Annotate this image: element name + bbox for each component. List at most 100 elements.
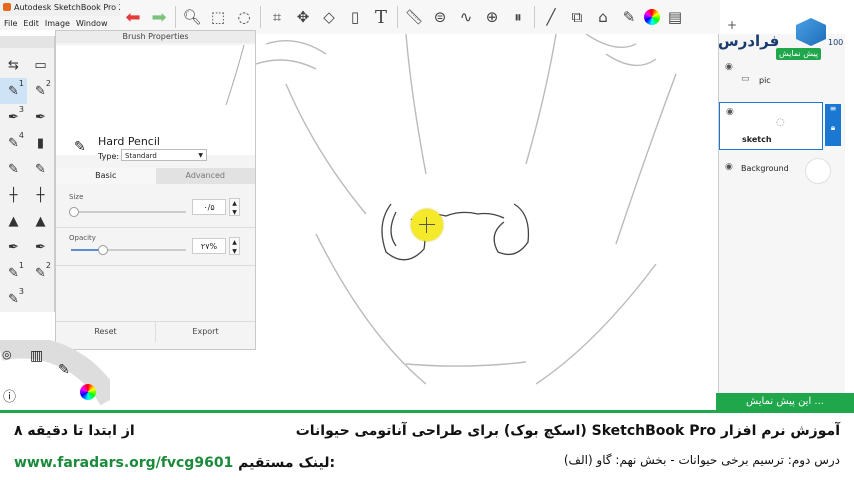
stamp-icon[interactable]: ⌂ bbox=[590, 4, 616, 30]
sketch-stroke bbox=[535, 263, 657, 385]
ellipse-icon[interactable]: ⊜ bbox=[427, 4, 453, 30]
text-icon[interactable]: T bbox=[368, 4, 394, 30]
copy-icon[interactable]: ⧉ bbox=[564, 4, 590, 30]
brush-slot[interactable]: ▲ bbox=[27, 208, 54, 234]
layer-editor: + ◉ ▭ pic ◉ ◌ sketch ≡ 🔒︎ ◉ Background bbox=[718, 18, 845, 410]
stroke-icon[interactable]: ╱ bbox=[538, 4, 564, 30]
course-subtitle: درس دوم: ترسیم برخی حیوانات - بخش نهم: گ… bbox=[563, 453, 840, 467]
menu-edit[interactable]: Edit bbox=[23, 19, 39, 28]
brush-hard-pencil[interactable]: ✎ 1 bbox=[0, 78, 27, 104]
brush-slot[interactable]: ┼ bbox=[0, 182, 27, 208]
color-wheel-icon[interactable] bbox=[642, 4, 662, 30]
transform-icon[interactable]: ✥ bbox=[290, 4, 316, 30]
opacity-stepper[interactable]: ▲ ▼ bbox=[229, 237, 240, 255]
brush-icon[interactable]: ✎ bbox=[616, 4, 642, 30]
pen-cursor bbox=[411, 209, 443, 241]
tab-advanced[interactable]: Advanced bbox=[155, 168, 255, 184]
brush-slot[interactable]: ✎ 4 bbox=[0, 130, 27, 156]
logo-badge: پیش نمایش bbox=[776, 48, 822, 60]
brush-type-select[interactable]: Standard ▼ bbox=[121, 149, 207, 161]
ruler-icon[interactable]: 📏︎ bbox=[401, 4, 427, 30]
preview-tag: این پیش نمایش ... bbox=[716, 393, 854, 411]
lagoon-menu-icon[interactable]: ◎ bbox=[2, 348, 12, 361]
lasso-icon[interactable]: ◌ bbox=[231, 4, 257, 30]
toolbar-divider bbox=[534, 6, 535, 28]
logo-text: فرادرس bbox=[718, 32, 780, 50]
undo-icon[interactable]: ⬅ bbox=[120, 4, 146, 30]
sketch-stroke bbox=[315, 233, 427, 385]
brush-slot[interactable]: ✒ bbox=[27, 234, 54, 260]
sketch-stroke bbox=[256, 39, 327, 70]
brush-slot[interactable]: ▲ bbox=[0, 208, 27, 234]
window-titlebar: Autodesk SketchBook Pro 20 bbox=[0, 0, 129, 16]
layer-item-sketch[interactable]: ◉ ◌ sketch bbox=[719, 102, 823, 150]
course-banner: آموزش نرم افزار SketchBook Pro (اسکچ بوک… bbox=[0, 410, 854, 480]
brush-slot[interactable]: ▮ bbox=[27, 130, 54, 156]
opacity-slider-knob[interactable] bbox=[98, 245, 109, 255]
brush-slot[interactable]: ▭ bbox=[27, 52, 54, 78]
size-label: Size bbox=[69, 193, 84, 201]
brush-name: Hard Pencil bbox=[98, 135, 160, 148]
eye-icon[interactable]: ◉ bbox=[726, 107, 734, 117]
course-link-url[interactable]: www.faradars.org/fvcg9601 bbox=[14, 455, 233, 471]
brush-slot[interactable]: ✎ 2 bbox=[27, 260, 54, 286]
tab-basic[interactable]: Basic bbox=[56, 168, 156, 184]
layer-options-bar[interactable]: ≡ 🔒︎ bbox=[825, 104, 841, 146]
folder-icon: ▭ bbox=[741, 74, 750, 84]
brush-slot[interactable]: ✒ bbox=[0, 234, 27, 260]
french-curve-icon[interactable]: ∿ bbox=[453, 4, 479, 30]
lagoon-arc bbox=[0, 336, 120, 406]
redo-icon[interactable]: ➡ bbox=[146, 4, 172, 30]
size-stepper[interactable]: ▲ ▼ bbox=[229, 198, 240, 216]
layer-options-icon[interactable]: ≡ bbox=[825, 104, 841, 113]
distort-icon[interactable]: ◇ bbox=[316, 4, 342, 30]
brush-slot[interactable]: ✎ bbox=[27, 156, 54, 182]
opacity-slider[interactable] bbox=[71, 245, 186, 255]
crop-icon[interactable]: ⌗ bbox=[264, 4, 290, 30]
sketch-stroke bbox=[405, 361, 527, 367]
export-button[interactable]: Export bbox=[156, 322, 255, 342]
symmetry-icon[interactable]: ⏸ bbox=[505, 4, 531, 30]
layer-icon[interactable]: ▤ bbox=[662, 4, 688, 30]
menu-window[interactable]: Window bbox=[76, 19, 108, 28]
sketch-stroke bbox=[525, 34, 557, 165]
bucket-icon[interactable]: ▯ bbox=[342, 4, 368, 30]
brush-slot[interactable]: ✎ 3 bbox=[0, 286, 27, 312]
layer-item-pic[interactable]: ◉ ▭ pic bbox=[719, 58, 845, 92]
brush-icon[interactable]: ✎ bbox=[58, 362, 70, 378]
info-icon[interactable]: ⓘ bbox=[3, 386, 16, 405]
brush-slot[interactable]: ✎ bbox=[0, 156, 27, 182]
sketch-stroke bbox=[615, 73, 677, 245]
eye-icon[interactable]: ◉ bbox=[725, 62, 733, 72]
eye-icon[interactable]: ◉ bbox=[725, 162, 733, 172]
menu-file[interactable]: File bbox=[4, 19, 17, 28]
brush-library: ⇆ ▭ ✎ 1 ✎ 2 ✒ 3 ✒ ✎ 4 ▮ ✎ ✎ ┼ ┼ ▲ ▲ ✒ ✒ ✎ 1 ✎… bbox=[0, 36, 55, 312]
color-wheel-icon[interactable] bbox=[80, 384, 96, 400]
brush-properties-tabs: Basic Advanced bbox=[56, 168, 255, 184]
size-value-input[interactable]: ۰/۵ bbox=[192, 199, 226, 215]
brush-slot[interactable]: ✒ bbox=[27, 104, 54, 130]
course-title: آموزش نرم افزار SketchBook Pro (اسکچ بوک… bbox=[295, 423, 840, 439]
size-slider[interactable] bbox=[69, 207, 186, 217]
brush-slot[interactable]: ┼ bbox=[27, 182, 54, 208]
brush-preview-stroke bbox=[225, 44, 245, 106]
lagoon-radial-menu: ◎ ▥ ✎ ⓘ bbox=[0, 336, 120, 412]
layer-item-background[interactable]: ◉ Background bbox=[719, 158, 845, 184]
brush-slot[interactable]: ⇆ bbox=[0, 52, 27, 78]
drawing-canvas[interactable] bbox=[256, 34, 718, 410]
perspective-icon[interactable]: ⊕ bbox=[479, 4, 505, 30]
zoom-icon[interactable]: 🔍︎ bbox=[179, 4, 205, 30]
size-slider-knob[interactable] bbox=[69, 207, 80, 217]
brush-slot[interactable]: ✎ 2 bbox=[27, 78, 54, 104]
lock-icon[interactable]: 🔒︎ bbox=[825, 123, 841, 133]
bucket-icon[interactable]: ▥ bbox=[30, 348, 43, 364]
menu-image[interactable]: Image bbox=[45, 19, 70, 28]
reset-button[interactable]: Reset bbox=[56, 322, 156, 342]
layer-name: sketch bbox=[742, 135, 772, 144]
brush-slot[interactable]: ✎ 1 bbox=[0, 260, 27, 286]
logo-cube-icon bbox=[796, 18, 826, 46]
opacity-value-input[interactable]: ۲۷% bbox=[192, 238, 226, 254]
brush-type-label: Type: bbox=[98, 152, 120, 161]
brush-slot[interactable]: ✒ 3 bbox=[0, 104, 27, 130]
select-icon[interactable]: ⬚ bbox=[205, 4, 231, 30]
